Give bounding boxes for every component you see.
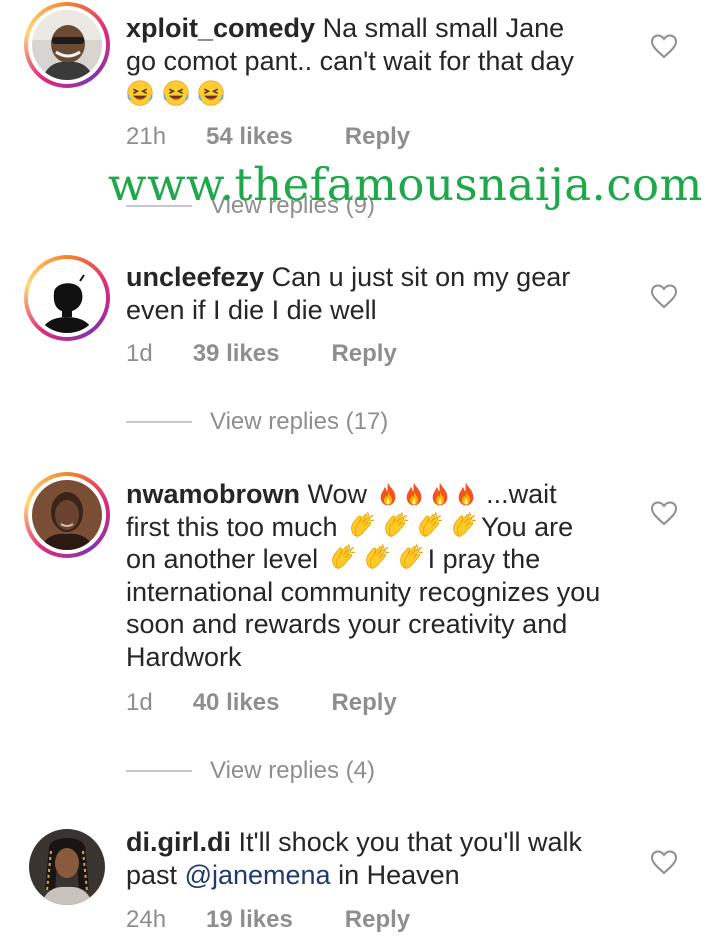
- comment-time: 21h: [126, 123, 167, 150]
- comment-likes[interactable]: 40 likes: [193, 689, 280, 717]
- comment-time: 1d: [126, 689, 153, 716]
- rolling-laugh-emoji: [126, 79, 154, 107]
- comment-body: Hardwork: [126, 641, 242, 672]
- comment-body: soon and rewards your creativity and: [126, 609, 568, 639]
- comment-text: xploit_comedy Na small small Jane go com…: [126, 12, 646, 110]
- comment-username[interactable]: di.girl.di: [126, 827, 231, 857]
- avatar-story-ring[interactable]: [24, 472, 110, 558]
- comment-meta: 1d 40 likes Reply: [126, 689, 397, 717]
- comment-username[interactable]: xploit_comedy: [126, 13, 315, 43]
- clapping-hands-emoji: [379, 511, 413, 541]
- reply-button[interactable]: Reply: [345, 123, 410, 151]
- comment-meta: 24h 19 likes Reply: [126, 906, 410, 934]
- divider: [126, 421, 192, 423]
- clapping-hands-emoji: [326, 543, 360, 573]
- comment-body: It'll shock you that you'll walk: [238, 827, 582, 857]
- comment-body: go comot pant.. can't wait for that day: [126, 45, 574, 76]
- comment-likes[interactable]: 39 likes: [193, 340, 280, 368]
- comment-text: nwamobrown Wow ...wait first this too mu…: [126, 478, 646, 673]
- mention-link[interactable]: @janemena: [185, 860, 331, 890]
- comment-time: 1d: [126, 340, 153, 367]
- comment-body: Wow: [307, 479, 368, 509]
- avatar: [32, 263, 102, 333]
- comment-username[interactable]: nwamobrown: [126, 479, 300, 509]
- like-heart-icon[interactable]: [650, 33, 678, 59]
- avatar: [32, 10, 102, 80]
- fire-emoji: [375, 480, 401, 508]
- avatar: [32, 480, 102, 550]
- comment-body: international community recognizes you: [126, 576, 601, 607]
- comment-meta: 1d 39 likes Reply: [126, 340, 397, 368]
- fire-emoji: [453, 480, 479, 508]
- avatar[interactable]: [29, 829, 105, 905]
- reply-button[interactable]: Reply: [331, 689, 396, 717]
- comment-body: past: [126, 859, 178, 890]
- comment-body: first this too much: [126, 511, 338, 542]
- reply-button[interactable]: Reply: [331, 340, 396, 368]
- reply-button[interactable]: Reply: [345, 906, 410, 934]
- fire-emoji: [401, 480, 427, 508]
- comment-body: even if I die I die well: [126, 294, 377, 325]
- view-replies-label: View replies (17): [210, 408, 389, 435]
- comment-text: uncleefezy Can u just sit on my gear eve…: [126, 261, 646, 326]
- comment-time: 24h: [126, 906, 167, 933]
- like-heart-icon[interactable]: [650, 500, 678, 526]
- clapping-hands-emoji: [394, 543, 428, 573]
- comment-body: Can u just sit on my gear: [271, 262, 571, 292]
- clapping-hands-emoji: [360, 543, 394, 573]
- comment-body: You are: [481, 511, 574, 542]
- avatar-story-ring[interactable]: [24, 255, 110, 341]
- comment-username[interactable]: uncleefezy: [126, 262, 264, 292]
- clapping-hands-emoji: [413, 511, 447, 541]
- avatar-story-ring[interactable]: [24, 2, 110, 88]
- like-heart-icon[interactable]: [650, 283, 678, 309]
- view-replies-link[interactable]: View replies (17): [126, 408, 388, 436]
- rolling-laugh-emoji: [197, 79, 225, 107]
- comment-body: on another level: [126, 544, 319, 574]
- divider: [126, 770, 192, 772]
- clapping-hands-emoji: [447, 511, 481, 541]
- like-heart-icon[interactable]: [650, 849, 678, 875]
- comment-body: Na small small Jane: [322, 13, 565, 43]
- comment-likes[interactable]: 19 likes: [206, 906, 293, 934]
- comment-meta: 21h 54 likes Reply: [126, 123, 410, 151]
- view-replies-link[interactable]: View replies (4): [126, 757, 375, 785]
- comment-likes[interactable]: 54 likes: [206, 123, 293, 151]
- view-replies-label: View replies (4): [210, 757, 375, 784]
- emoji-row: [126, 78, 225, 108]
- comment-text: di.girl.di It'll shock you that you'll w…: [126, 826, 646, 891]
- watermark: www.thefamousnaija.com: [108, 158, 703, 211]
- comment-body: in Heaven: [338, 859, 460, 890]
- clapping-hands-emoji: [345, 511, 379, 541]
- comment-body: ...wait: [486, 479, 557, 509]
- rolling-laugh-emoji: [162, 79, 190, 107]
- fire-emoji: [427, 480, 453, 508]
- comment-body: I pray the: [427, 544, 541, 574]
